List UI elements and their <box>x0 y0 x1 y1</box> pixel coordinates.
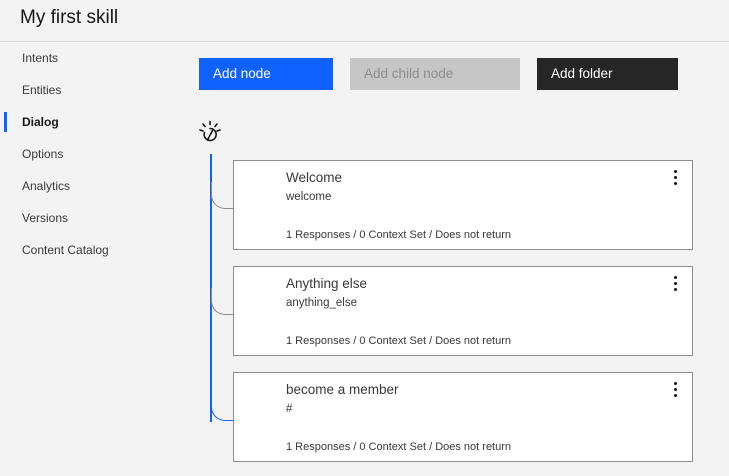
dialog-editor: Add node Add child node Add folder Welco… <box>158 42 729 476</box>
node-title: become a member <box>286 382 399 397</box>
overflow-menu-icon[interactable] <box>666 167 686 189</box>
overflow-menu-icon[interactable] <box>666 379 686 401</box>
add-folder-button[interactable]: Add folder <box>537 58 678 90</box>
dialog-node-become-a-member[interactable]: become a member # 1 Responses / 0 Contex… <box>233 372 693 462</box>
node-condition: anything_else <box>286 297 357 309</box>
tree-connector <box>211 288 233 315</box>
overflow-menu-icon[interactable] <box>666 273 686 295</box>
sidebar-item-versions[interactable]: Versions <box>0 202 158 234</box>
sidebar-item-dialog[interactable]: Dialog <box>0 106 158 138</box>
title-bar: My first skill <box>0 0 729 42</box>
node-title: Anything else <box>286 276 368 291</box>
dialog-node-anything-else[interactable]: Anything else anything_else 1 Responses … <box>233 266 693 356</box>
sidebar-item-analytics[interactable]: Analytics <box>0 170 158 202</box>
sidebar-item-options[interactable]: Options <box>0 138 158 170</box>
node-condition: welcome <box>286 191 332 203</box>
node-summary: 1 Responses / 0 Context Set / Does not r… <box>286 441 512 453</box>
add-child-node-button: Add child node <box>350 58 520 90</box>
tree-connector <box>211 182 233 209</box>
node-title: Welcome <box>286 170 343 185</box>
page-title: My first skill <box>20 7 119 28</box>
add-node-button[interactable]: Add node <box>199 58 333 90</box>
sidebar-item-intents[interactable]: Intents <box>0 42 158 74</box>
node-summary: 1 Responses / 0 Context Set / Does not r… <box>286 229 512 241</box>
sidebar-item-entities[interactable]: Entities <box>0 74 158 106</box>
tree-connector <box>211 394 233 421</box>
dialog-node-welcome[interactable]: Welcome welcome 1 Responses / 0 Context … <box>233 160 693 250</box>
sidebar: Intents Entities Dialog Options Analytic… <box>0 42 158 476</box>
node-summary: 1 Responses / 0 Context Set / Does not r… <box>286 335 512 347</box>
node-condition: # <box>286 403 293 415</box>
sidebar-item-content-catalog[interactable]: Content Catalog <box>0 234 158 266</box>
watson-icon <box>199 120 221 142</box>
